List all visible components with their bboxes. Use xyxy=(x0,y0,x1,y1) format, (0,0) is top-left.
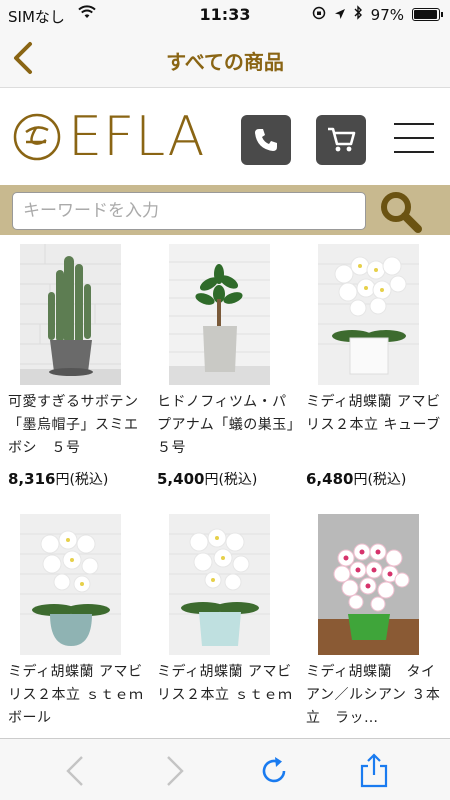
product-card[interactable]: ヒドノフィツム・パプアナム「蟻の巣玉」 ５号 5,400円(税込) xyxy=(149,235,308,505)
cart-button[interactable] xyxy=(316,115,366,165)
search-icon xyxy=(381,192,422,233)
reload-button[interactable] xyxy=(256,753,292,789)
product-card[interactable]: ミディ胡蝶蘭 アマビリス２本立 ｓｔｅｍボール xyxy=(0,505,145,738)
product-card[interactable]: ミディ胡蝶蘭 アマビリス２本立 ｓｔｅｍ xyxy=(149,505,294,738)
product-name[interactable]: ミディ胡蝶蘭 アマビリス２本立 ｓｔｅｍ xyxy=(157,661,299,707)
cart-icon xyxy=(328,127,356,152)
product-grid: 可愛すぎるサボテン「墨烏帽子」スミエボシ ５号 8,316円(税込) ヒドノフィ… xyxy=(0,235,450,738)
product-name[interactable]: ミディ胡蝶蘭 アマビリス２本立 ｓｔｅｍボール xyxy=(8,661,150,730)
search-button[interactable] xyxy=(376,189,424,233)
phone-button[interactable] xyxy=(241,115,291,165)
location-icon xyxy=(334,6,346,24)
product-name[interactable]: ヒドノフィツム・パプアナム「蟻の巣玉」 ５号 xyxy=(157,391,308,460)
product-name[interactable]: ミディ胡蝶蘭 タイアン／ルシアン ３本立 ラッ… xyxy=(306,661,448,730)
product-price: 5,400円(税込) xyxy=(157,470,258,488)
rotation-lock-icon xyxy=(312,6,326,24)
product-name[interactable]: 可愛すぎるサボテン「墨烏帽子」スミエボシ ５号 xyxy=(8,391,150,460)
product-image[interactable] xyxy=(318,244,419,385)
share-icon xyxy=(360,753,388,788)
logo-text: EFLA xyxy=(68,105,206,168)
product-image[interactable] xyxy=(20,514,121,655)
browser-back-button[interactable] xyxy=(58,753,94,789)
hamburger-icon xyxy=(394,123,434,125)
browser-toolbar xyxy=(0,738,450,800)
back-arrow-icon xyxy=(66,756,83,786)
menu-button[interactable] xyxy=(394,123,438,157)
page-title: すべての商品 xyxy=(166,50,284,74)
phone-icon xyxy=(255,129,277,151)
search-input[interactable] xyxy=(12,192,366,230)
product-price: 6,480円(税込) xyxy=(306,470,407,488)
product-card[interactable]: ミディ胡蝶蘭 タイアン／ルシアン ３本立 ラッ… xyxy=(298,505,443,738)
forward-arrow-icon xyxy=(167,756,184,786)
product-name[interactable]: ミディ胡蝶蘭 アマビリス２本立 キューブ xyxy=(306,391,448,437)
battery-percent: 97% xyxy=(370,5,404,24)
efla-logo[interactable]: EFLA xyxy=(12,105,206,168)
share-button[interactable] xyxy=(356,753,392,789)
product-price: 8,316円(税込) xyxy=(8,470,109,488)
status-bar: SIMなし 11:33 97% xyxy=(0,0,450,30)
search-bar xyxy=(0,185,450,235)
product-image[interactable] xyxy=(318,514,419,655)
bluetooth-icon xyxy=(354,5,363,24)
battery-icon xyxy=(412,8,443,21)
browser-forward-button[interactable] xyxy=(156,753,192,789)
nav-header: すべての商品 xyxy=(0,30,450,88)
product-card[interactable]: ミディ胡蝶蘭 アマビリス２本立 キューブ 6,480円(税込) xyxy=(298,235,443,505)
product-card[interactable]: 可愛すぎるサボテン「墨烏帽子」スミエボシ ５号 8,316円(税込) xyxy=(0,235,145,505)
reload-icon xyxy=(262,757,286,783)
product-image[interactable] xyxy=(169,514,270,655)
brand-header: EFLA xyxy=(0,90,450,185)
logo-emblem-icon xyxy=(13,113,61,161)
product-image[interactable] xyxy=(169,244,270,385)
product-image[interactable] xyxy=(20,244,121,385)
